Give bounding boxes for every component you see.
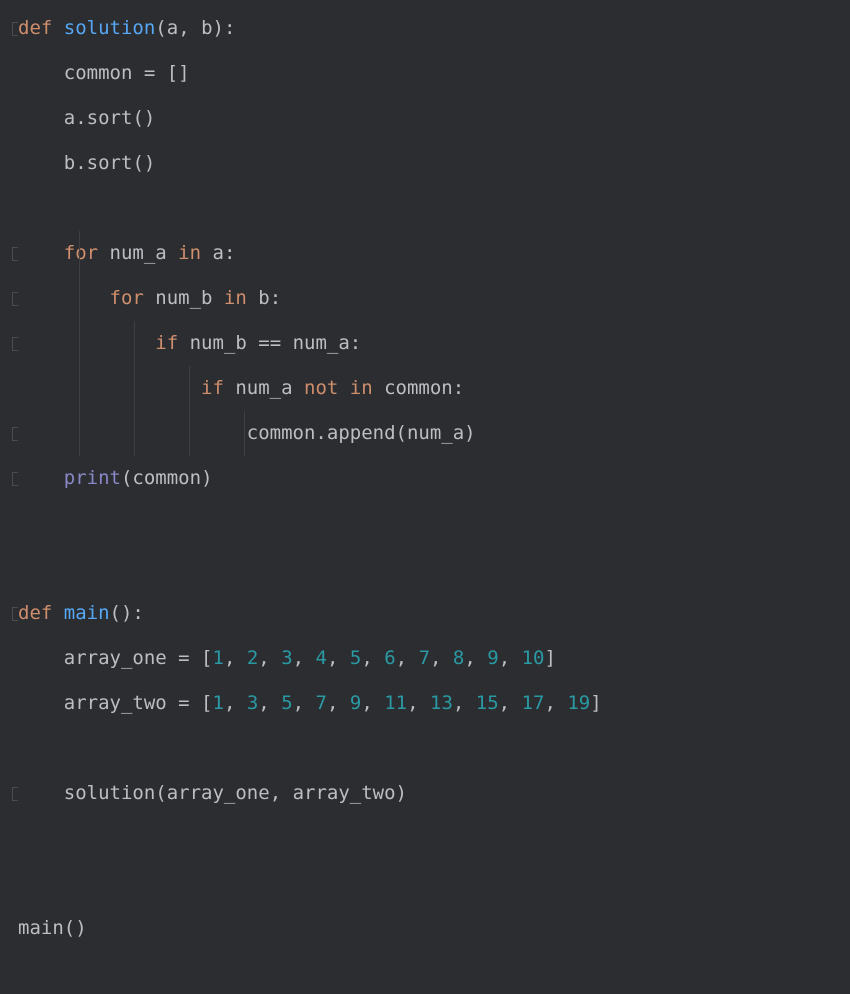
fold-gutter-icon[interactable] <box>12 472 18 486</box>
code-editor[interactable]: def solution(a, b): common = [] a.sort()… <box>0 6 850 951</box>
code-text: print(common) <box>12 463 213 494</box>
code-line[interactable]: array_two = [1, 3, 5, 7, 9, 11, 13, 15, … <box>12 681 850 726</box>
code-line[interactable]: print(common) <box>12 456 850 501</box>
code-text: def main(): <box>12 598 144 629</box>
code-text: solution(array_one, array_two) <box>12 778 407 809</box>
code-text <box>12 508 29 539</box>
code-line[interactable]: array_one = [1, 2, 3, 4, 5, 6, 7, 8, 9, … <box>12 636 850 681</box>
indent-guide <box>79 276 80 321</box>
code-text: common = [] <box>12 58 190 89</box>
code-line[interactable] <box>12 501 850 546</box>
code-text <box>12 868 29 899</box>
code-text: b.sort() <box>12 148 155 179</box>
indent-guide <box>134 321 135 366</box>
code-text: for num_a in a: <box>12 238 235 269</box>
indent-guide <box>79 231 80 276</box>
code-text: main() <box>12 913 87 944</box>
code-line[interactable]: solution(array_one, array_two) <box>12 771 850 816</box>
code-line[interactable]: if num_a not in common: <box>12 366 850 411</box>
indent-guide <box>134 411 135 456</box>
code-line[interactable]: common.append(num_a) <box>12 411 850 456</box>
code-text: array_two = [1, 3, 5, 7, 9, 11, 13, 15, … <box>12 688 602 719</box>
code-line[interactable]: if num_b == num_a: <box>12 321 850 366</box>
indent-guide <box>79 321 80 366</box>
code-line[interactable] <box>12 186 850 231</box>
code-line[interactable]: def main(): <box>12 591 850 636</box>
indent-guide <box>189 366 190 411</box>
indent-guide <box>134 366 135 411</box>
code-text <box>12 733 29 764</box>
fold-gutter-icon[interactable] <box>12 337 18 351</box>
code-text <box>12 823 29 854</box>
code-line[interactable]: common = [] <box>12 51 850 96</box>
code-line[interactable]: main() <box>12 906 850 951</box>
indent-guide <box>244 411 245 456</box>
code-text <box>12 193 29 224</box>
fold-gutter-icon[interactable] <box>12 22 18 36</box>
code-text: if num_b == num_a: <box>12 328 361 359</box>
code-text: array_one = [1, 2, 3, 4, 5, 6, 7, 8, 9, … <box>12 643 556 674</box>
code-line[interactable]: a.sort() <box>12 96 850 141</box>
fold-gutter-icon[interactable] <box>12 787 18 801</box>
code-line[interactable]: b.sort() <box>12 141 850 186</box>
code-line[interactable]: for num_b in b: <box>12 276 850 321</box>
code-line[interactable] <box>12 816 850 861</box>
code-line[interactable] <box>12 861 850 906</box>
code-text: for num_b in b: <box>12 283 281 314</box>
code-text: def solution(a, b): <box>12 13 235 44</box>
indent-guide <box>79 411 80 456</box>
indent-guide <box>79 366 80 411</box>
code-text <box>12 553 29 584</box>
fold-gutter-icon[interactable] <box>12 292 18 306</box>
code-line[interactable]: for num_a in a: <box>12 231 850 276</box>
code-line[interactable]: def solution(a, b): <box>12 6 850 51</box>
code-line[interactable] <box>12 546 850 591</box>
fold-gutter-icon[interactable] <box>12 427 18 441</box>
code-line[interactable] <box>12 726 850 771</box>
fold-gutter-icon[interactable] <box>12 247 18 261</box>
fold-gutter-icon[interactable] <box>12 607 18 621</box>
indent-guide <box>189 411 190 456</box>
code-text: a.sort() <box>12 103 155 134</box>
